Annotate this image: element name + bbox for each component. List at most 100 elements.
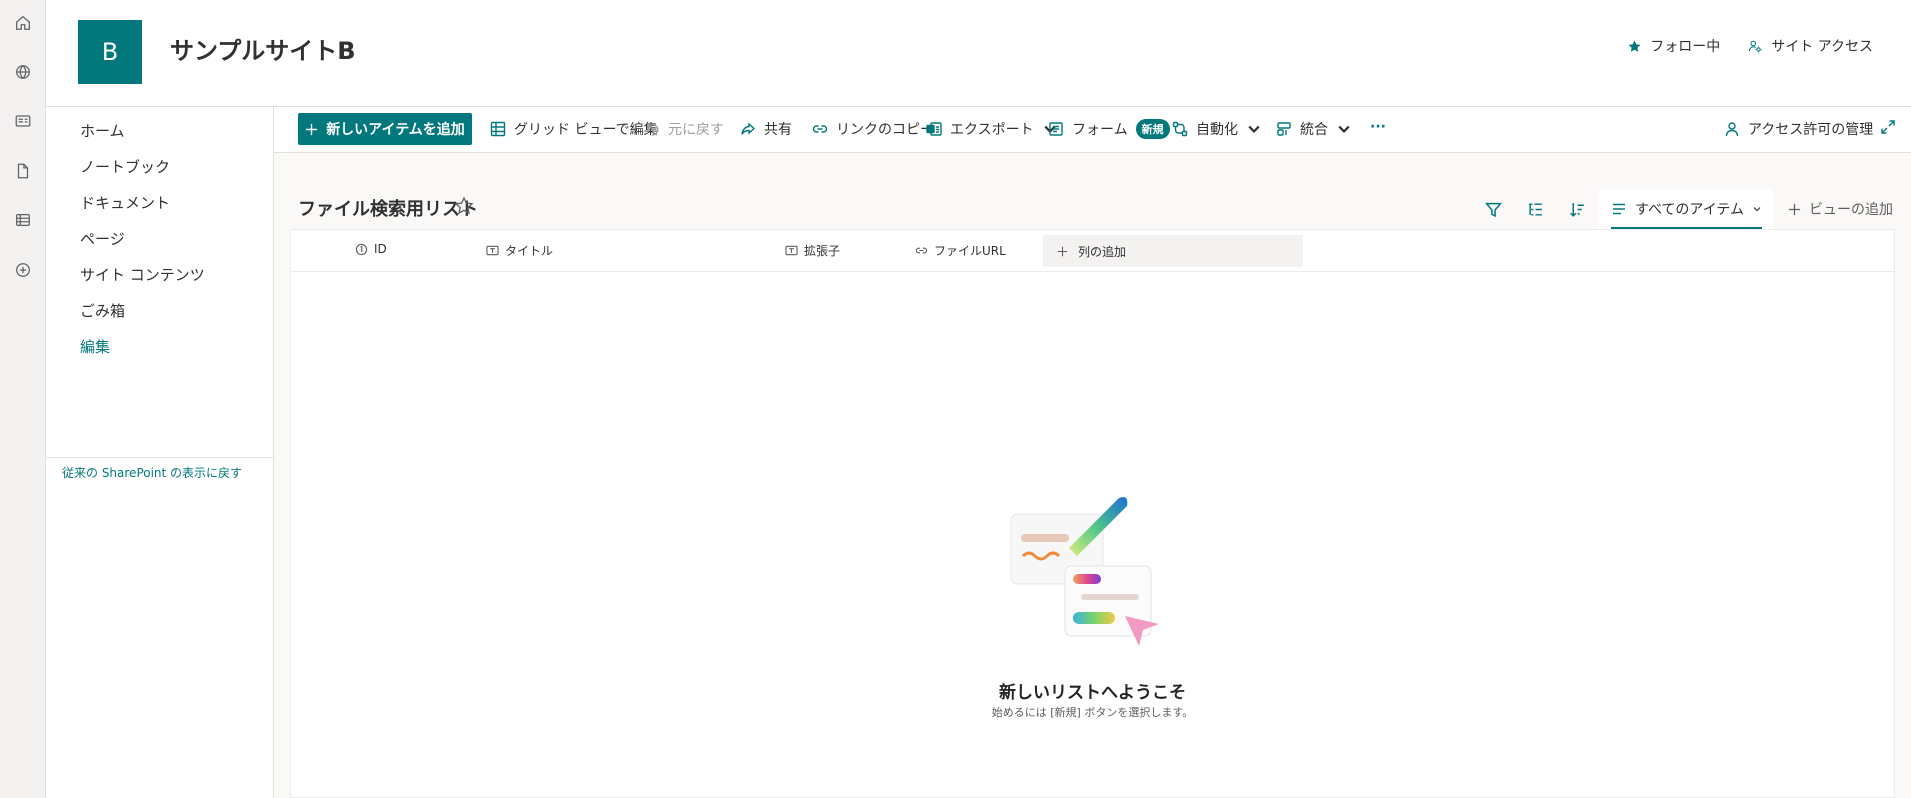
- link-icon: [812, 125, 828, 133]
- manage-access-button[interactable]: アクセス許可の管理: [1724, 119, 1873, 139]
- site-header: B サンプルサイトB フォロー中 サイト アクセス: [46, 0, 1911, 107]
- column-label: ID: [374, 242, 387, 256]
- people-settings-icon: [1749, 40, 1762, 52]
- person-icon: [1725, 122, 1739, 137]
- excel-icon: [926, 122, 942, 136]
- column-header-title[interactable]: タイトル: [486, 242, 553, 259]
- empty-list-illustration: [1010, 497, 1159, 646]
- copy-link-label: リンクのコピー: [836, 122, 934, 138]
- add-icon[interactable]: [12, 259, 34, 281]
- left-navigation: ホーム ノートブック ドキュメント ページ サイト コンテンツ ごみ箱 編集 従…: [46, 107, 274, 798]
- export-label: エクスポート: [950, 122, 1034, 138]
- forms-button[interactable]: フォーム 新規: [1048, 119, 1170, 139]
- current-view-label: すべてのアイテム: [1634, 202, 1744, 218]
- list-icon[interactable]: [12, 209, 34, 231]
- empty-state-subtitle: 始めるには [新規] ボタンを選択します。: [991, 706, 1194, 719]
- add-column-button[interactable]: 列の追加: [1043, 235, 1303, 267]
- plus-icon: [1057, 246, 1068, 256]
- column-label: 拡張子: [804, 244, 841, 258]
- automate-button[interactable]: 自動化: [1172, 119, 1262, 139]
- expand-icon: [1881, 120, 1895, 134]
- plus-icon: [1788, 203, 1801, 215]
- group-by-button[interactable]: [1515, 190, 1557, 228]
- column-label: ファイルURL: [934, 244, 1006, 258]
- document-icon[interactable]: [12, 160, 34, 182]
- nav-divider: [46, 457, 274, 458]
- more-options-button[interactable]: ···: [1370, 119, 1386, 135]
- new-badge: 新規: [1135, 119, 1170, 139]
- site-access-label: サイト アクセス: [1771, 39, 1873, 55]
- column-headers: ID タイトル 拡張子 ファイルURL 列の追加: [291, 230, 1894, 272]
- new-item-label: 新しいアイテムを追加: [326, 122, 465, 138]
- forms-label: フォーム: [1072, 122, 1128, 138]
- manage-access-label: アクセス許可の管理: [1748, 122, 1874, 138]
- number-icon: [355, 243, 368, 255]
- list-panel: ID タイトル 拡張子 ファイルURL 列の追加 新しいリストへようこそ 始める…: [290, 229, 1895, 798]
- grid-icon: [490, 121, 506, 137]
- undo-icon: [647, 123, 659, 136]
- news-icon[interactable]: [12, 110, 34, 132]
- column-header-id[interactable]: ID: [355, 242, 387, 256]
- nav-item-pages[interactable]: ページ: [80, 228, 125, 249]
- app-rail: [0, 0, 46, 798]
- list-title[interactable]: ファイル検索用リスト: [298, 195, 478, 221]
- column-header-extension[interactable]: 拡張子: [785, 242, 840, 259]
- site-title[interactable]: サンプルサイトB: [170, 31, 356, 66]
- sort-icon: [1570, 202, 1585, 217]
- empty-state-title: 新しいリストへようこそ: [999, 683, 1186, 703]
- export-button[interactable]: エクスポート: [926, 119, 1058, 139]
- text-field-icon: [486, 245, 499, 256]
- undo-label: 元に戻す: [668, 122, 724, 138]
- follow-label: フォロー中: [1650, 39, 1721, 55]
- add-view-button[interactable]: ビューの追加: [1774, 189, 1911, 229]
- nav-item-documents[interactable]: ドキュメント: [80, 192, 170, 213]
- star-filled-icon: [1628, 40, 1641, 52]
- share-label: 共有: [764, 122, 792, 138]
- follow-button[interactable]: フォロー中: [1627, 36, 1720, 56]
- chevron-down-icon: [1753, 207, 1761, 212]
- add-view-label: ビューの追加: [1809, 202, 1893, 218]
- new-item-button[interactable]: 新しいアイテムを追加: [298, 113, 472, 145]
- site-logo[interactable]: B: [78, 20, 142, 84]
- list-view-icon: [1612, 203, 1625, 215]
- star-outline-icon[interactable]: [454, 196, 474, 216]
- chevron-down-icon: [1248, 125, 1260, 133]
- link-icon: [915, 247, 928, 254]
- column-header-file-url[interactable]: ファイルURL: [915, 242, 1006, 259]
- undo-button[interactable]: 元に戻す: [644, 119, 724, 139]
- integrate-label: 統合: [1300, 122, 1328, 138]
- grid-edit-label: グリッド ビューで編集: [514, 122, 658, 138]
- add-column-label: 列の追加: [1078, 244, 1127, 259]
- column-label: タイトル: [505, 244, 554, 258]
- plus-icon: [306, 123, 318, 135]
- grid-edit-button[interactable]: グリッド ビューで編集: [490, 119, 658, 139]
- share-icon: [741, 122, 756, 135]
- site-access-button[interactable]: サイト アクセス: [1748, 36, 1873, 56]
- list-content: ファイル検索用リスト すべてのアイテム ビューの追加 ID タイトル 拡張子 フ…: [274, 153, 1911, 798]
- automate-label: 自動化: [1196, 122, 1238, 138]
- filter-button[interactable]: [1473, 190, 1515, 228]
- nav-item-home[interactable]: ホーム: [80, 120, 125, 141]
- header-actions: フォロー中 サイト アクセス: [1627, 36, 1873, 56]
- nav-edit-link[interactable]: 編集: [80, 336, 110, 357]
- group-list-icon: [1529, 202, 1543, 216]
- nav-item-notebook[interactable]: ノートブック: [80, 156, 170, 177]
- copy-link-button[interactable]: リンクのコピー: [812, 119, 934, 139]
- automate-icon: [1172, 121, 1188, 137]
- chevron-down-icon: [1338, 125, 1350, 133]
- view-selector[interactable]: すべてのアイテム: [1598, 189, 1774, 229]
- expand-button[interactable]: [1880, 119, 1896, 135]
- integrate-button[interactable]: 統合: [1276, 119, 1352, 139]
- view-tools: すべてのアイテム ビューの追加: [1473, 189, 1911, 229]
- text-field-icon: [785, 245, 798, 256]
- nav-item-site-contents[interactable]: サイト コンテンツ: [80, 264, 205, 285]
- filter-icon: [1485, 202, 1503, 217]
- globe-icon[interactable]: [12, 61, 34, 83]
- return-classic-link[interactable]: 従来の SharePoint の表示に戻す: [62, 464, 242, 481]
- nav-item-recycle-bin[interactable]: ごみ箱: [80, 300, 125, 321]
- sort-button[interactable]: [1557, 190, 1599, 228]
- command-bar: 新しいアイテムを追加 グリッド ビューで編集 元に戻す 共有 リンクのコピー エ…: [274, 107, 1911, 153]
- forms-icon: [1049, 122, 1063, 136]
- share-button[interactable]: 共有: [740, 119, 792, 139]
- home-icon[interactable]: [12, 12, 34, 34]
